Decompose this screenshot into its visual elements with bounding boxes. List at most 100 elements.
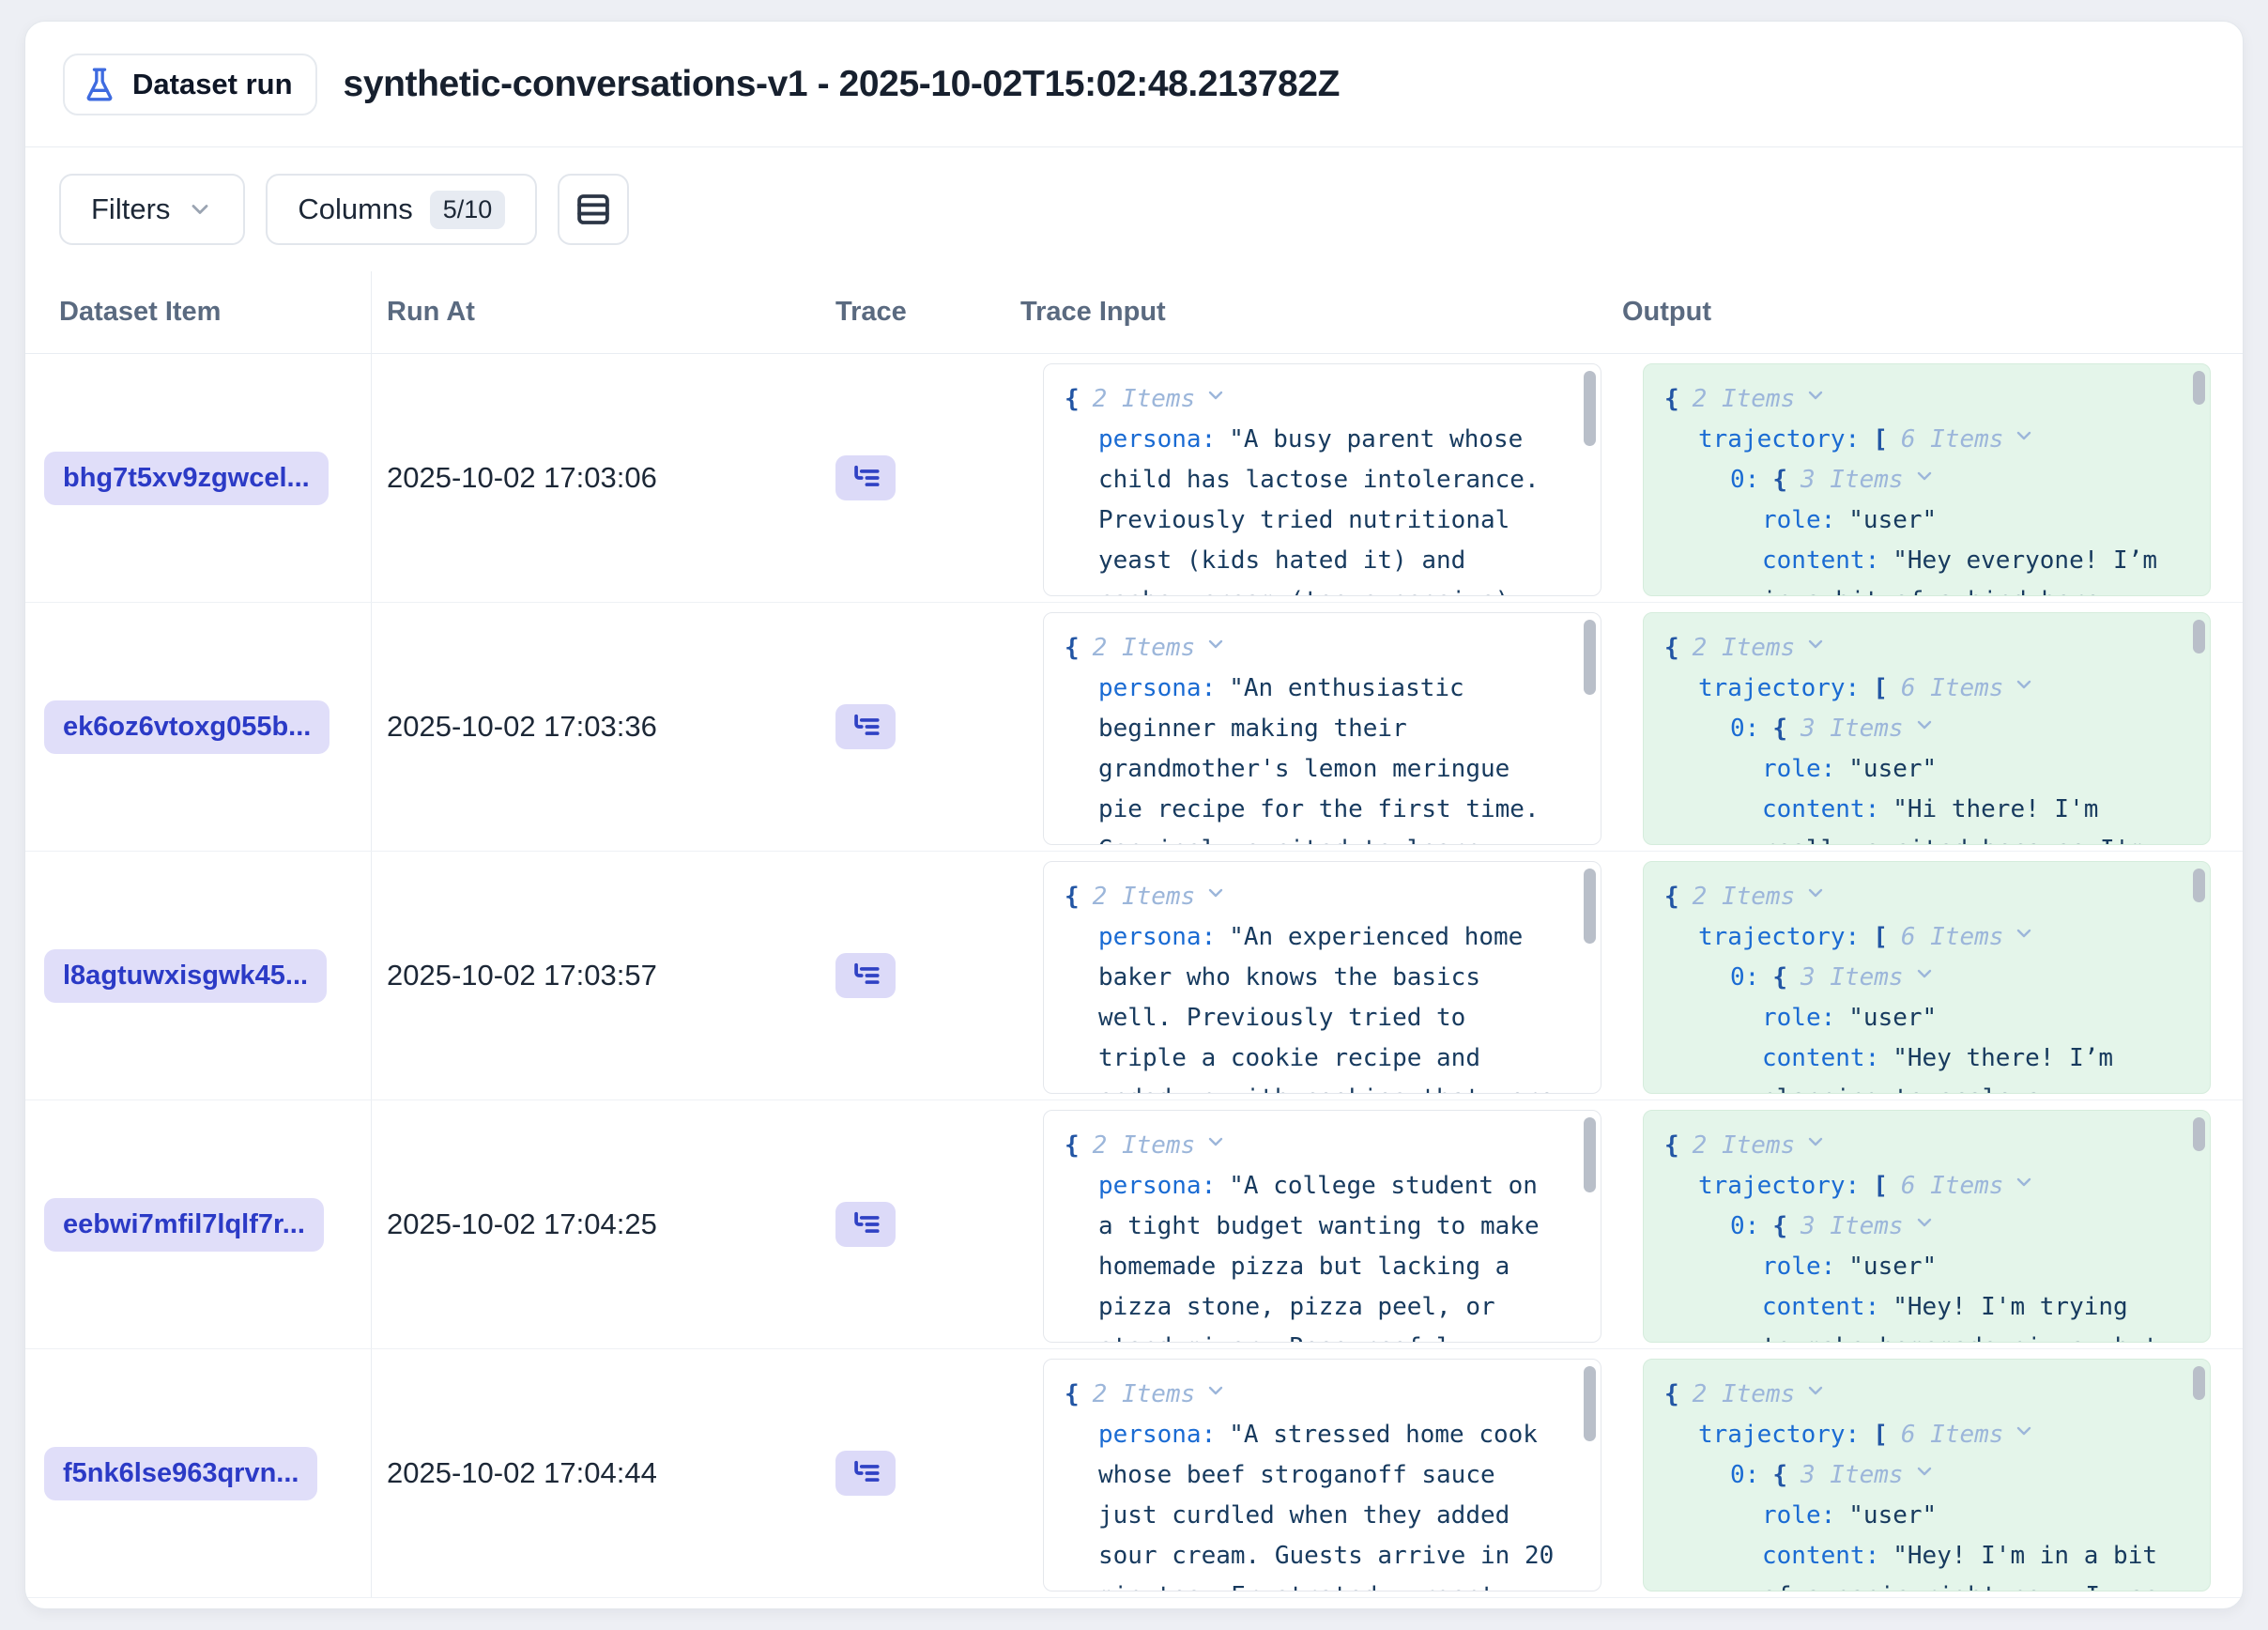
json-key-role: role: [1762, 1496, 1835, 1536]
content-value-wrapped-lines: in a bit of a bind here [1762, 581, 2178, 596]
collapse-chevron-icon[interactable] [1804, 628, 1827, 669]
collapse-chevron-icon[interactable] [1204, 877, 1227, 917]
column-header-output[interactable]: Output [1607, 271, 2243, 353]
json-key-content: content: [1762, 541, 1879, 581]
scrollbar[interactable] [2193, 1366, 2205, 1400]
scrollbar[interactable] [1584, 620, 1596, 695]
content-value-first-line: "Hey! I'm in a bit [1893, 1536, 2157, 1576]
json-key-index-0: 0: [1730, 958, 1759, 998]
dataset-item-badge[interactable]: ek6oz6vtoxg055b... [44, 700, 329, 754]
json-key-trajectory: trajectory: [1698, 1166, 1860, 1207]
list-tree-icon [850, 462, 881, 494]
trace-input-json-viewer: {2 Items persona:"An enthusiastic beginn… [1043, 612, 1601, 845]
dataset-item-badge[interactable]: l8agtuwxisgwk45... [44, 949, 327, 1003]
collapse-chevron-icon[interactable] [1804, 877, 1827, 917]
table-body: bhg7t5xv9zgwcel... 2025-10-02 17:03:06 {… [25, 354, 2243, 1598]
column-header-trace[interactable]: Trace [820, 271, 1005, 353]
collapse-chevron-icon[interactable] [2013, 1166, 2035, 1207]
collapse-chevron-icon[interactable] [1204, 379, 1227, 420]
dataset-item-badge[interactable]: eebwi7mfil7lqlf7r... [44, 1198, 324, 1252]
list-tree-icon [850, 711, 881, 743]
json-key-trajectory: trajectory: [1698, 917, 1860, 958]
collapse-chevron-icon[interactable] [1913, 460, 1936, 500]
collapse-chevron-icon[interactable] [1913, 958, 1936, 998]
trace-input-cell: {2 Items persona:"An experienced home ba… [1005, 852, 1607, 1099]
json-open-brace: { [1664, 1375, 1679, 1415]
json-items-count: 6 Items [1901, 420, 2004, 460]
dataset-item-badge[interactable]: f5nk6lse963qrvn... [44, 1447, 317, 1500]
json-items-count: 2 Items [1093, 1126, 1196, 1166]
rows-icon [574, 190, 613, 229]
json-key-persona: persona: [1098, 1166, 1216, 1207]
json-open-bracket: [ [1873, 917, 1888, 958]
scrollbar[interactable] [2193, 869, 2205, 902]
column-header-dataset-item[interactable]: Dataset Item [25, 271, 372, 353]
collapse-chevron-icon[interactable] [1804, 1126, 1827, 1166]
scrollbar[interactable] [2193, 620, 2205, 654]
trace-button[interactable] [835, 704, 896, 749]
json-open-bracket: [ [1873, 420, 1888, 460]
dataset-item-cell: ek6oz6vtoxg055b... [25, 603, 372, 851]
collapse-chevron-icon[interactable] [1804, 379, 1827, 420]
collapse-chevron-icon[interactable] [2013, 669, 2035, 709]
persona-value-first-line: "An experienced home [1229, 917, 1523, 958]
collapse-chevron-icon[interactable] [1204, 1126, 1227, 1166]
json-items-count: 6 Items [1901, 1166, 2004, 1207]
scrollbar[interactable] [1584, 1117, 1596, 1192]
content-value-first-line: "Hey! I'm trying [1893, 1287, 2127, 1328]
output-json-viewer: {2 Items trajectory:[6 Items 0:{3 Items … [1643, 612, 2211, 845]
output-json-viewer: {2 Items trajectory:[6 Items 0:{3 Items … [1643, 1359, 2211, 1592]
table-row: ek6oz6vtoxg055b... 2025-10-02 17:03:36 {… [25, 603, 2243, 852]
collapse-chevron-icon[interactable] [2013, 420, 2035, 460]
json-key-trajectory: trajectory: [1698, 669, 1860, 709]
scrollbar[interactable] [2193, 1117, 2205, 1151]
collapse-chevron-icon[interactable] [2013, 1415, 2035, 1455]
json-key-content: content: [1762, 790, 1879, 830]
persona-value-wrapped-lines: whose beef stroganoff sauce just curdled… [1098, 1455, 1569, 1592]
persona-value-wrapped-lines: beginner making their grandmother's lemo… [1098, 709, 1569, 845]
trace-button[interactable] [835, 953, 896, 998]
columns-button[interactable]: Columns 5/10 [266, 174, 537, 245]
dataset-item-badge[interactable]: bhg7t5xv9zgwcel... [44, 452, 329, 505]
json-items-count: 3 Items [1801, 1455, 1904, 1496]
trace-input-json-viewer: {2 Items persona:"A stressed home cook w… [1043, 1359, 1601, 1592]
filters-button[interactable]: Filters [59, 174, 245, 245]
run-at-cell: 2025-10-02 17:03:06 [372, 354, 820, 602]
output-cell: {2 Items trajectory:[6 Items 0:{3 Items … [1607, 1349, 2243, 1597]
trace-button[interactable] [835, 1451, 896, 1496]
output-json-viewer: {2 Items trajectory:[6 Items 0:{3 Items … [1643, 363, 2211, 596]
flask-icon [82, 67, 117, 102]
filters-button-label: Filters [91, 192, 170, 226]
trace-input-cell: {2 Items persona:"A busy parent whose ch… [1005, 354, 1607, 602]
collapse-chevron-icon[interactable] [1913, 1455, 1936, 1496]
collapse-chevron-icon[interactable] [1913, 709, 1936, 749]
table-row: bhg7t5xv9zgwcel... 2025-10-02 17:03:06 {… [25, 354, 2243, 603]
scrollbar[interactable] [2193, 371, 2205, 405]
collapse-chevron-icon[interactable] [1913, 1207, 1936, 1247]
scrollbar[interactable] [1584, 1366, 1596, 1441]
trace-button[interactable] [835, 1202, 896, 1247]
persona-value-first-line: "A busy parent whose [1229, 420, 1523, 460]
column-header-run-at[interactable]: Run At [372, 271, 820, 353]
columns-count-badge: 5/10 [430, 191, 506, 229]
json-key-persona: persona: [1098, 1415, 1216, 1455]
collapse-chevron-icon[interactable] [1204, 628, 1227, 669]
persona-value-first-line: "An enthusiastic [1229, 669, 1463, 709]
content-value-wrapped-lines: to make homemade pizza, but [1762, 1328, 2178, 1343]
json-open-brace: { [1772, 958, 1787, 998]
role-value: "user" [1848, 1247, 1937, 1287]
trace-button[interactable] [835, 455, 896, 500]
json-items-count: 2 Items [1093, 877, 1196, 917]
collapse-chevron-icon[interactable] [1804, 1375, 1827, 1415]
json-key-index-0: 0: [1730, 1455, 1759, 1496]
collapse-chevron-icon[interactable] [2013, 917, 2035, 958]
json-open-brace: { [1664, 1126, 1679, 1166]
dataset-run-card: Dataset run synthetic-conversations-v1 -… [24, 21, 2244, 1609]
trace-input-json-viewer: {2 Items persona:"A college student on a… [1043, 1110, 1601, 1343]
json-key-role: role: [1762, 749, 1835, 790]
column-header-trace-input[interactable]: Trace Input [1005, 271, 1607, 353]
scrollbar[interactable] [1584, 869, 1596, 944]
scrollbar[interactable] [1584, 371, 1596, 446]
collapse-chevron-icon[interactable] [1204, 1375, 1227, 1415]
row-height-button[interactable] [558, 174, 629, 245]
